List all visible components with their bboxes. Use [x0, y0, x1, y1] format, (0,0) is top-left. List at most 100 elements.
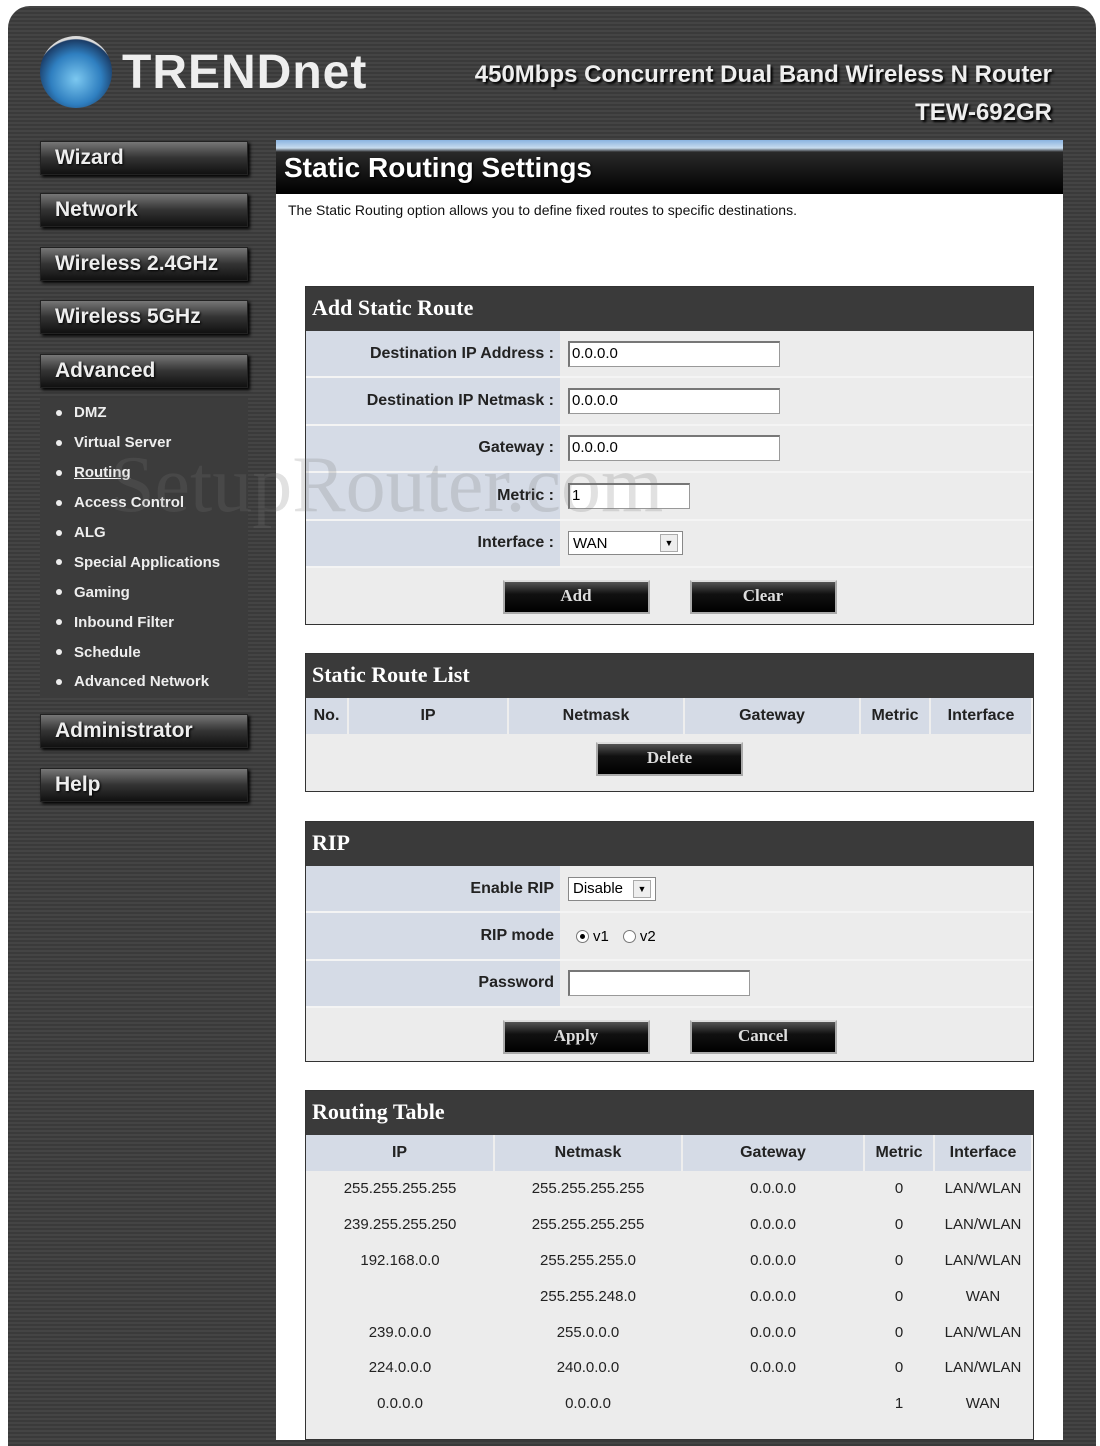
table-cell: 0.0.0.0: [565, 1395, 611, 1413]
table-cell: LAN/WLAN: [944, 1180, 1022, 1198]
submenu-label: Inbound Filter: [74, 613, 174, 631]
interface-label: Interface :: [306, 520, 560, 566]
bullet-icon: [56, 678, 62, 685]
product-name: 450Mbps Concurrent Dual Band Wireless N …: [474, 61, 1052, 88]
gateway-label: Gateway :: [306, 425, 560, 472]
submenu-item-dmz[interactable]: DMZ: [40, 398, 248, 428]
netmask-input[interactable]: 0.0.0.0: [568, 388, 780, 415]
dest-ip-input[interactable]: 0.0.0.0: [568, 340, 780, 367]
column-header: IP: [348, 698, 509, 734]
chevron-down-icon: ▼: [660, 534, 678, 553]
submenu-item-alg[interactable]: ALG: [40, 518, 248, 548]
submenu-item-schedule[interactable]: Schedule: [40, 637, 248, 667]
enable-rip-select[interactable]: Disable ▼: [568, 876, 656, 901]
submenu-label: DMZ: [74, 404, 107, 422]
password-label: Password: [306, 960, 560, 1007]
column-header: Netmask: [508, 698, 685, 734]
table-cell: 0: [894, 1216, 904, 1234]
rip-v1-radio[interactable]: v1: [576, 928, 609, 945]
cancel-button[interactable]: Cancel: [689, 1020, 837, 1055]
column-header: Metric: [864, 1135, 935, 1171]
apply-button[interactable]: Apply: [502, 1020, 650, 1055]
submenu-item-advanced-network[interactable]: Advanced Network: [40, 667, 248, 697]
table-cell: 0.0.0.0: [750, 1359, 796, 1377]
table-cell: LAN/WLAN: [944, 1216, 1022, 1234]
nav-wireless-24[interactable]: Wireless 2.4GHz: [40, 247, 248, 281]
table-cell: 0: [894, 1359, 904, 1377]
table-cell: 255.255.255.255: [531, 1216, 645, 1234]
table-cell: 255.255.248.0: [540, 1287, 636, 1305]
clear-button[interactable]: Clear: [689, 579, 837, 614]
trendnet-logo: TRENDnet: [40, 36, 367, 108]
content-panel: Static Routing Settings The Static Routi…: [276, 140, 1063, 1440]
table-cell: 255.255.255.255: [531, 1180, 645, 1198]
routing-table: IP Netmask Gateway Metric Interface 255.255.2…: [306, 1135, 1033, 1422]
nav-network[interactable]: Network: [40, 193, 248, 227]
table-cell: 192.168.0.0: [360, 1251, 440, 1269]
nav-wizard[interactable]: Wizard: [40, 141, 248, 175]
page-title: Static Routing Settings: [284, 152, 592, 183]
nav-administrator[interactable]: Administrator: [40, 714, 248, 748]
nav-wireless-5[interactable]: Wireless 5GHz: [40, 300, 248, 334]
table-cell: LAN/WLAN: [944, 1359, 1022, 1377]
table-cell: 0: [894, 1251, 904, 1269]
rip-mode-label: RIP mode: [306, 913, 560, 959]
table-row: 192.168.0.0 255.255.255.0 0.0.0.0 0 LAN/WLAN: [306, 1243, 1032, 1279]
bullet-icon: [56, 529, 62, 536]
submenu-item-routing[interactable]: Routing: [40, 458, 248, 488]
table-cell: 224.0.0.0: [368, 1359, 432, 1377]
submenu-label: ALG: [74, 524, 106, 541]
product-info: 450Mbps Concurrent Dual Band Wireless N …: [475, 56, 1052, 132]
table-cell: 0: [894, 1287, 904, 1305]
interface-value: WAN: [573, 534, 608, 552]
table-cell: 1: [894, 1395, 904, 1413]
bullet-icon: [56, 409, 62, 416]
submenu-item-virtual-server[interactable]: Virtual Server: [40, 428, 248, 458]
bullet-icon: [56, 589, 62, 596]
table-cell: 0.0.0.0: [750, 1323, 796, 1341]
table-cell: LAN/WLAN: [944, 1323, 1022, 1341]
column-header: Gateway: [684, 698, 861, 734]
section-title: Add Static Route: [306, 287, 1033, 331]
table-cell: 0.0.0.0: [750, 1251, 796, 1269]
section-title: RIP: [306, 822, 1033, 866]
metric-input[interactable]: 1: [568, 482, 690, 509]
add-button[interactable]: Add: [502, 579, 650, 614]
table-row: 239.0.0.0 255.0.0.0 0.0.0.0 0 LAN/WLAN: [306, 1314, 1032, 1350]
table-cell: LAN/WLAN: [944, 1251, 1022, 1269]
interface-select[interactable]: WAN ▼: [568, 531, 683, 556]
table-cell: [306, 1278, 494, 1314]
column-header: Netmask: [494, 1135, 683, 1171]
logo-icon: [40, 36, 112, 108]
table-cell: 239.0.0.0: [368, 1323, 432, 1341]
radio-empty-icon: [622, 929, 636, 943]
submenu-label: Access Control: [74, 494, 185, 512]
table-cell: 0: [894, 1180, 904, 1198]
delete-button[interactable]: Delete: [596, 742, 743, 776]
routing-table-section: Routing Table IP Netmask Gateway Metric Inte…: [305, 1090, 1034, 1440]
submenu-label: Virtual Server: [74, 434, 172, 452]
table-cell: 0.0.0.0: [750, 1216, 796, 1234]
static-route-table: No. IP Netmask Gateway Metric Interface: [306, 698, 1033, 734]
nav-help[interactable]: Help: [40, 768, 248, 802]
table-row: 255.255.255.255 255.255.255.255 0.0.0.0 0 LA…: [306, 1171, 1032, 1207]
netmask-label: Destination IP Netmask :: [306, 378, 560, 424]
table-cell: 255.255.255.0: [540, 1251, 636, 1269]
nav-advanced[interactable]: Advanced: [40, 354, 248, 388]
submenu-item-gaming[interactable]: Gaming: [40, 577, 248, 607]
password-input[interactable]: [568, 970, 750, 997]
chevron-down-icon: ▼: [633, 879, 651, 898]
column-header: Metric: [860, 698, 931, 734]
submenu-item-special-applications[interactable]: Special Applications: [40, 547, 248, 577]
column-header: Interface: [934, 1135, 1033, 1171]
rip-v2-radio[interactable]: v2: [622, 928, 656, 945]
submenu-item-access-control[interactable]: Access Control: [40, 488, 248, 518]
model-name: TEW-692GR: [915, 99, 1052, 126]
static-route-list-section: Static Route List No. IP Netmask Gateway Met…: [305, 653, 1034, 792]
rip-v1-label: v1: [593, 927, 609, 945]
table-cell: WAN: [965, 1395, 1001, 1413]
gateway-input[interactable]: 0.0.0.0: [568, 435, 780, 462]
section-title: Routing Table: [306, 1091, 1033, 1135]
submenu-item-inbound-filter[interactable]: Inbound Filter: [40, 607, 248, 637]
column-header: IP: [306, 1135, 495, 1171]
